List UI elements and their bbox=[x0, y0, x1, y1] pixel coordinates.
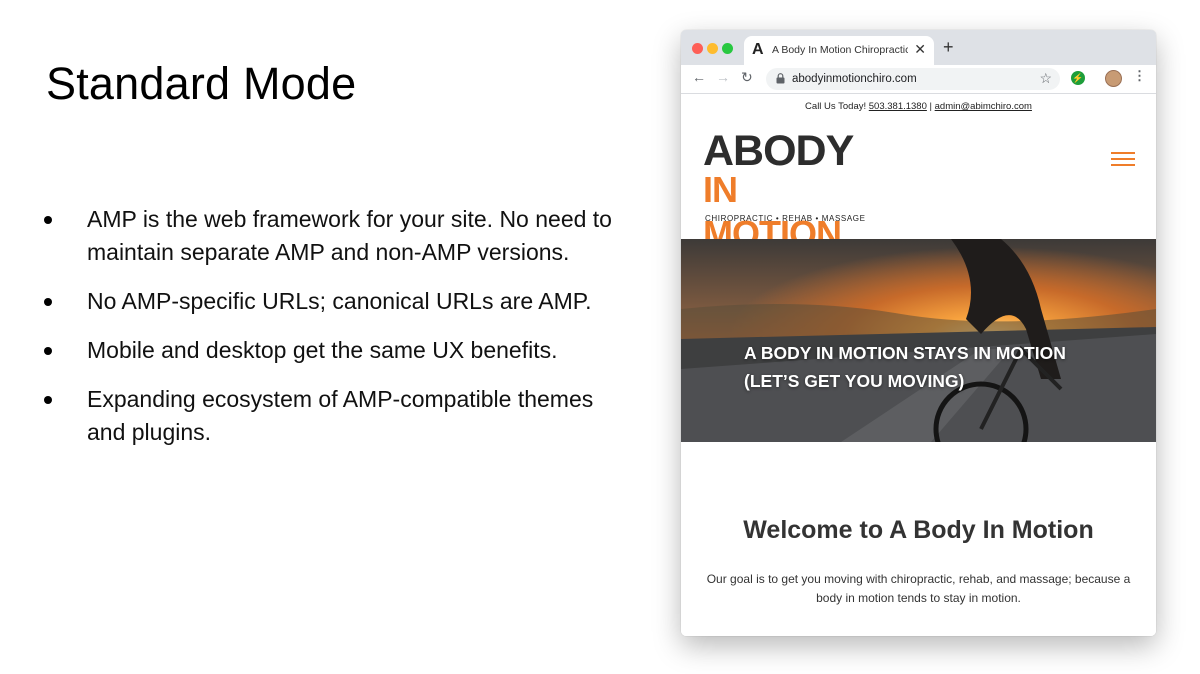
url-text: abodyinmotionchiro.com bbox=[792, 73, 917, 85]
lock-icon bbox=[776, 73, 785, 84]
welcome-heading: Welcome to A Body In Motion bbox=[743, 516, 1094, 544]
bullet-dot bbox=[44, 298, 52, 306]
hero-banner: A BODY IN MOTION STAYS IN MOTION (LET’S … bbox=[681, 239, 1156, 442]
hero-line2: (LET’S GET YOU MOVING) bbox=[744, 371, 965, 391]
zoom-window-button[interactable] bbox=[722, 43, 733, 54]
email-link[interactable]: admin@abimchiro.com bbox=[935, 101, 1032, 112]
slide-title: Standard Mode bbox=[46, 58, 357, 109]
avatar[interactable] bbox=[1105, 70, 1122, 87]
tab-bar: A A Body In Motion Chiropractic ✕ + bbox=[681, 30, 1156, 65]
close-window-button[interactable] bbox=[692, 43, 703, 54]
contact-separator: | bbox=[929, 101, 932, 112]
back-arrow-icon[interactable]: ← bbox=[692, 69, 706, 85]
hero-text: A BODY IN MOTION STAYS IN MOTION (LET’S … bbox=[744, 339, 1124, 395]
call-label: Call Us Today! bbox=[805, 101, 867, 112]
web-page: Call Us Today! 503.381.1380 | admin@abim… bbox=[681, 94, 1156, 636]
bullet-text: AMP is the web framework for your site. … bbox=[87, 206, 612, 265]
more-menu-icon[interactable]: ⋮ bbox=[1133, 68, 1146, 84]
star-icon[interactable]: ☆ bbox=[1039, 70, 1052, 87]
forward-arrow-icon[interactable]: → bbox=[716, 69, 730, 85]
bullet-text: No AMP-specific URLs; canonical URLs are… bbox=[87, 288, 592, 314]
logo-tagline: CHIROPRACTIC • REHAB • MASSAGE bbox=[705, 214, 866, 223]
bullet-dot bbox=[44, 396, 52, 404]
bullet-text: Expanding ecosystem of AMP-compatible th… bbox=[87, 386, 594, 445]
browser-window: A A Body In Motion Chiropractic ✕ + ← → … bbox=[681, 30, 1156, 636]
intro-text: Our goal is to get you moving with chiro… bbox=[706, 572, 1131, 605]
browser-tab[interactable]: A A Body In Motion Chiropractic ✕ bbox=[744, 36, 934, 65]
minimize-window-button[interactable] bbox=[707, 43, 718, 54]
browser-toolbar: ← → ↻ abodyinmotionchiro.com ☆ ⚡ ⋮ bbox=[681, 65, 1156, 94]
reload-icon[interactable]: ↻ bbox=[741, 69, 753, 86]
contact-bar: Call Us Today! 503.381.1380 | admin@abim… bbox=[681, 101, 1156, 112]
extension-icon[interactable]: ⚡ bbox=[1071, 71, 1085, 85]
bullet-dot bbox=[44, 347, 52, 355]
site-favicon-icon: A bbox=[752, 41, 764, 58]
close-icon[interactable]: ✕ bbox=[914, 41, 926, 58]
bullet-list: AMP is the web framework for your site. … bbox=[44, 203, 624, 465]
bullet-item: No AMP-specific URLs; canonical URLs are… bbox=[44, 285, 624, 318]
phone-link[interactable]: 503.381.1380 bbox=[869, 101, 927, 112]
address-bar[interactable]: abodyinmotionchiro.com ☆ bbox=[766, 68, 1060, 90]
bullet-dot bbox=[44, 216, 52, 224]
site-logo[interactable]: ABODY IN MOTION CHIROPRACTIC • REHAB • M… bbox=[703, 128, 883, 254]
tab-title: A Body In Motion Chiropractic bbox=[772, 44, 908, 56]
hamburger-menu-icon[interactable] bbox=[1111, 152, 1135, 167]
bullet-item: Mobile and desktop get the same UX benef… bbox=[44, 334, 624, 367]
bullet-item: Expanding ecosystem of AMP-compatible th… bbox=[44, 383, 624, 449]
hero-line1: A BODY IN MOTION STAYS IN MOTION bbox=[744, 343, 1066, 363]
new-tab-icon[interactable]: + bbox=[943, 37, 954, 58]
bullet-text: Mobile and desktop get the same UX benef… bbox=[87, 337, 558, 363]
bullet-item: AMP is the web framework for your site. … bbox=[44, 203, 624, 269]
